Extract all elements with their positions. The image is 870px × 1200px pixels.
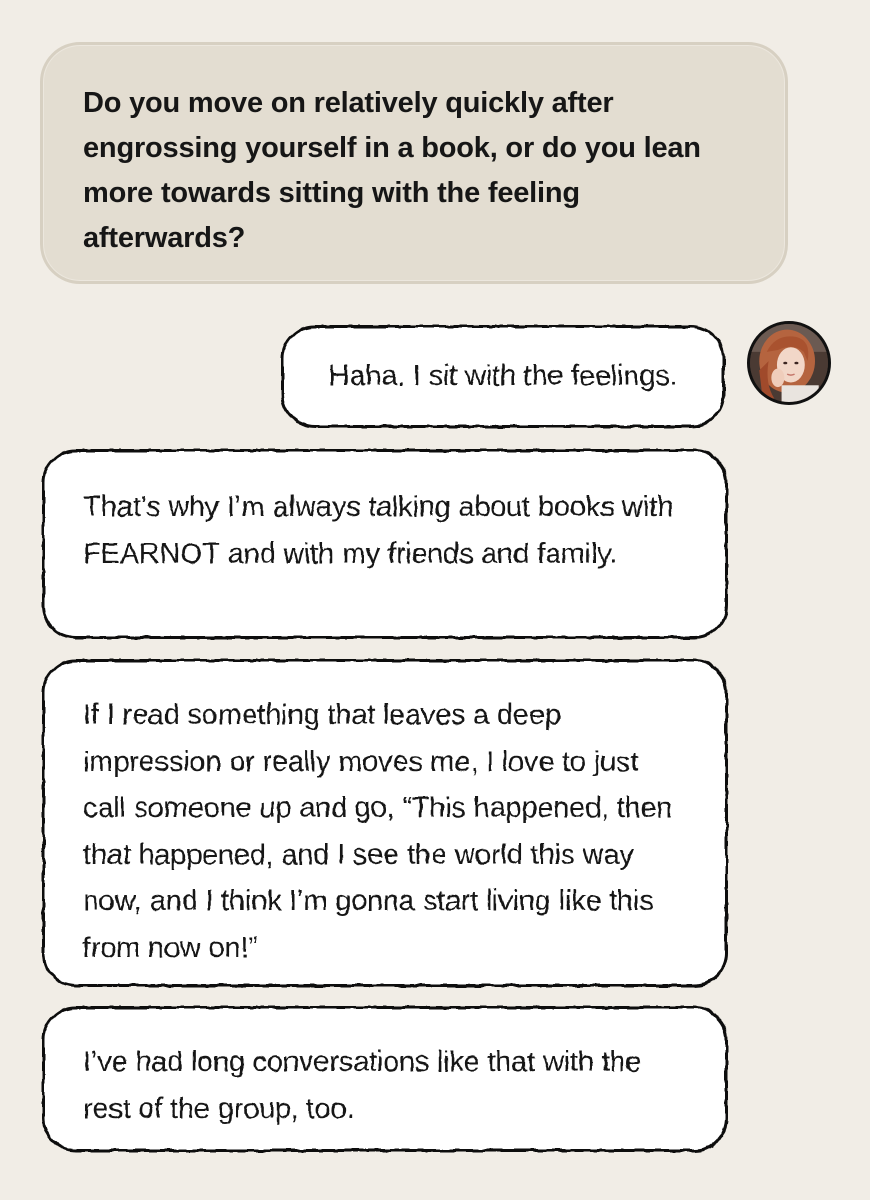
answer-bubble-2: If I read something that leaves a deep i… <box>42 659 728 987</box>
answer-bubble-1: That’s why I’m always talking about book… <box>42 449 728 639</box>
avatar[interactable] <box>747 321 831 405</box>
profile-photo-icon <box>750 324 828 402</box>
answer-text-3: I’ve had long conversations like that wi… <box>83 1046 642 1125</box>
question-bubble: Do you move on relatively quickly after … <box>40 42 788 284</box>
answer-text-1: That’s why I’m always talking about book… <box>83 491 673 570</box>
question-text: Do you move on relatively quickly after … <box>83 87 701 254</box>
reply-bubble: Haha. I sit with the feelings. <box>281 325 725 428</box>
reply-text: Haha. I sit with the feelings. <box>328 360 678 393</box>
answer-text-2: If I read something that leaves a deep i… <box>83 699 673 964</box>
answer-bubble-3: I’ve had long conversations like that wi… <box>42 1006 728 1152</box>
